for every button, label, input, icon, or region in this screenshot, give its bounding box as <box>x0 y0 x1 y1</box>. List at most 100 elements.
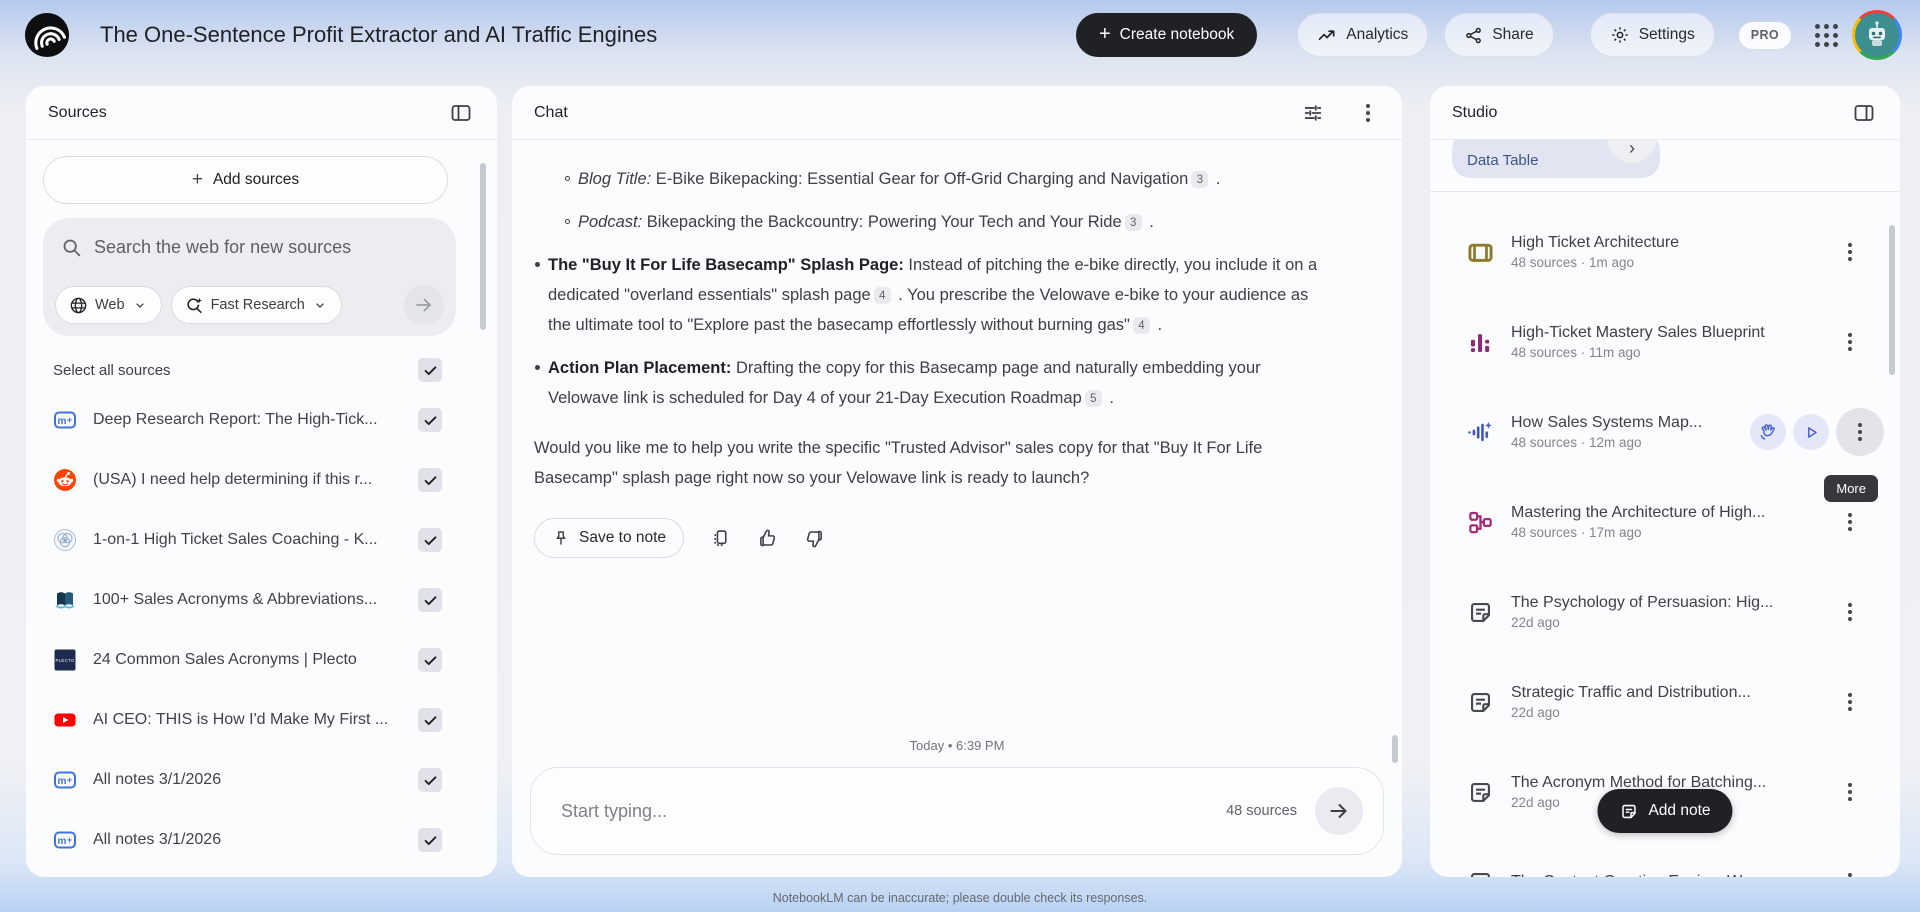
source-row[interactable]: m+Deep Research Report: The High-Tick... <box>26 390 497 450</box>
source-row[interactable]: (USA) I need help determining if this r.… <box>26 450 497 510</box>
source-checkbox[interactable] <box>418 588 442 612</box>
source-checkbox[interactable] <box>418 828 442 852</box>
sources-scrollbar[interactable] <box>480 163 486 330</box>
search-submit-button[interactable] <box>404 285 444 325</box>
citation-badge[interactable]: 3 <box>1125 214 1142 231</box>
chat-input[interactable] <box>561 801 1226 822</box>
plecto-favicon-icon: PLECTO <box>53 648 77 672</box>
more-kebab-icon[interactable] <box>1836 408 1884 456</box>
copy-icon[interactable] <box>710 528 731 549</box>
studio-item-menu-kebab-icon[interactable] <box>1838 600 1862 624</box>
settings-button[interactable]: Settings <box>1590 13 1715 57</box>
chat-scrollbar[interactable] <box>1392 735 1398 763</box>
studio-item-menu-kebab-icon[interactable] <box>1838 240 1862 264</box>
studio-item-text: High-Ticket Mastery Sales Blueprint48 so… <box>1511 324 1838 360</box>
svg-text:+: + <box>67 835 72 845</box>
audio-waveform-icon <box>1467 419 1494 446</box>
pro-badge: PRO <box>1739 22 1791 49</box>
create-notebook-button[interactable]: + Create notebook <box>1076 13 1257 57</box>
source-row[interactable]: 100+ Sales Acronyms & Abbreviations... <box>26 570 497 630</box>
select-all-checkbox[interactable] <box>418 358 442 382</box>
chat-panel: Chat Blog Title: E-Bike Bikepacking: Ess… <box>512 86 1402 877</box>
studio-item-row[interactable]: High-Ticket Mastery Sales Blueprint48 so… <box>1430 297 1900 387</box>
studio-item-meta: 22d ago <box>1511 615 1838 630</box>
source-row[interactable]: m+All notes 3/1/2026 <box>26 750 497 810</box>
youtube-icon <box>53 708 77 732</box>
chat-bullet-item: Podcast: Bikepacking the Backcountry: Po… <box>564 207 1326 237</box>
thumbs-down-icon[interactable] <box>804 528 825 549</box>
notebooklm-logo[interactable] <box>24 12 70 58</box>
panel-collapse-icon[interactable] <box>447 99 475 127</box>
citation-badge[interactable]: 4 <box>874 287 891 304</box>
play-icon[interactable] <box>1793 414 1829 450</box>
sources-title: Sources <box>48 104 107 122</box>
svg-text:m: m <box>58 836 67 847</box>
search-input[interactable]: Search the web for new sources <box>94 237 351 258</box>
text-segment: . <box>1105 389 1114 407</box>
studio-item-meta: 48 sources · 1m ago <box>1511 255 1838 270</box>
save-to-note-button[interactable]: Save to note <box>534 518 684 558</box>
web-dropdown[interactable]: Web <box>55 286 162 324</box>
analytics-button[interactable]: Analytics <box>1297 13 1428 57</box>
studio-item-row[interactable]: The Psychology of Persuasion: Hig...22d … <box>1430 567 1900 657</box>
sources-panel: Sources + Add sources Search the web for… <box>26 86 497 877</box>
source-checkbox[interactable] <box>418 648 442 672</box>
source-checkbox[interactable] <box>418 468 442 492</box>
chat-paragraph: Would you like me to help you write the … <box>534 433 1326 493</box>
studio-item-meta: 22d ago <box>1511 705 1838 720</box>
apps-grid-icon[interactable] <box>1815 24 1838 47</box>
citation-badge[interactable]: 5 <box>1085 390 1102 407</box>
citation-badge[interactable]: 4 <box>1133 317 1150 334</box>
chat-text: Action Plan Placement: Drafting the copy… <box>548 353 1326 413</box>
source-checkbox[interactable] <box>418 768 442 792</box>
reddit-icon <box>53 468 77 492</box>
user-avatar-robot <box>1855 13 1899 57</box>
arrow-right-icon <box>1327 799 1351 823</box>
panel-collapse-icon[interactable] <box>1850 99 1878 127</box>
studio-item-menu-kebab-icon[interactable] <box>1838 510 1862 534</box>
svg-text:m: m <box>58 416 67 427</box>
research-mode-dropdown[interactable]: Fast Research <box>171 286 342 324</box>
source-checkbox[interactable] <box>418 708 442 732</box>
studio-item-title: The Content Creation Engine: Wee... <box>1511 873 1838 877</box>
note-source-icon: m+ <box>53 828 77 852</box>
text-segment: E-Bike Bikepacking: Essential Gear for O… <box>651 170 1188 188</box>
tune-icon[interactable] <box>1300 100 1326 126</box>
source-row[interactable]: PLECTO24 Common Sales Acronyms | Plecto <box>26 630 497 690</box>
source-title: All notes 3/1/2026 <box>93 831 402 849</box>
sticky-note-icon <box>1467 779 1494 806</box>
send-button[interactable] <box>1315 787 1363 835</box>
studio-item-menu-kebab-icon[interactable] <box>1838 690 1862 714</box>
studio-item-menu-kebab-icon[interactable] <box>1838 870 1862 877</box>
note-source-icon: m+ <box>53 408 77 432</box>
source-row[interactable]: AI CEO: THIS is How I'd Make My First ..… <box>26 690 497 750</box>
source-row[interactable]: 1-on-1 High Ticket Sales Coaching - K... <box>26 510 497 570</box>
studio-item-title: High-Ticket Mastery Sales Blueprint <box>1511 324 1838 342</box>
citation-badge[interactable]: 3 <box>1191 171 1208 188</box>
user-avatar[interactable] <box>1852 10 1902 60</box>
source-row[interactable]: m+ All notes 3/1/2026 <box>26 810 497 870</box>
text-segment: Blog Title: <box>578 170 651 188</box>
sticky-note-icon <box>1467 869 1494 878</box>
studio-item-menu-kebab-icon[interactable] <box>1838 780 1862 804</box>
studio-item-row[interactable]: Strategic Traffic and Distribution...22d… <box>1430 657 1900 747</box>
source-checkbox[interactable] <box>418 408 442 432</box>
studio-item-row[interactable]: How Sales Systems Map...48 sources · 12m… <box>1430 387 1900 477</box>
chat-text: Would you like me to help you write the … <box>534 439 1262 487</box>
source-list: m+Deep Research Report: The High-Tick...… <box>26 390 497 870</box>
interactive-hand-icon[interactable] <box>1750 414 1786 450</box>
add-note-button[interactable]: Add note <box>1597 789 1732 833</box>
studio-item-menu-kebab-icon[interactable] <box>1838 330 1862 354</box>
add-sources-button[interactable]: + Add sources <box>43 156 448 204</box>
thumbs-up-icon[interactable] <box>757 528 778 549</box>
app-header: The One-Sentence Profit Extractor and AI… <box>0 0 1920 70</box>
chat-menu-kebab-icon[interactable] <box>1356 101 1380 125</box>
studio-item-row[interactable]: The Content Creation Engine: Wee... <box>1430 837 1900 877</box>
studio-item-row[interactable]: High Ticket Architecture48 sources · 1m … <box>1430 207 1900 297</box>
studio-scrollbar[interactable] <box>1889 225 1895 375</box>
search-input-row[interactable]: Search the web for new sources <box>43 218 456 258</box>
share-button[interactable]: Share <box>1444 13 1553 57</box>
plus-icon: + <box>192 169 203 191</box>
source-checkbox[interactable] <box>418 528 442 552</box>
chat-message-area[interactable]: Blog Title: E-Bike Bikepacking: Essentia… <box>512 140 1402 733</box>
